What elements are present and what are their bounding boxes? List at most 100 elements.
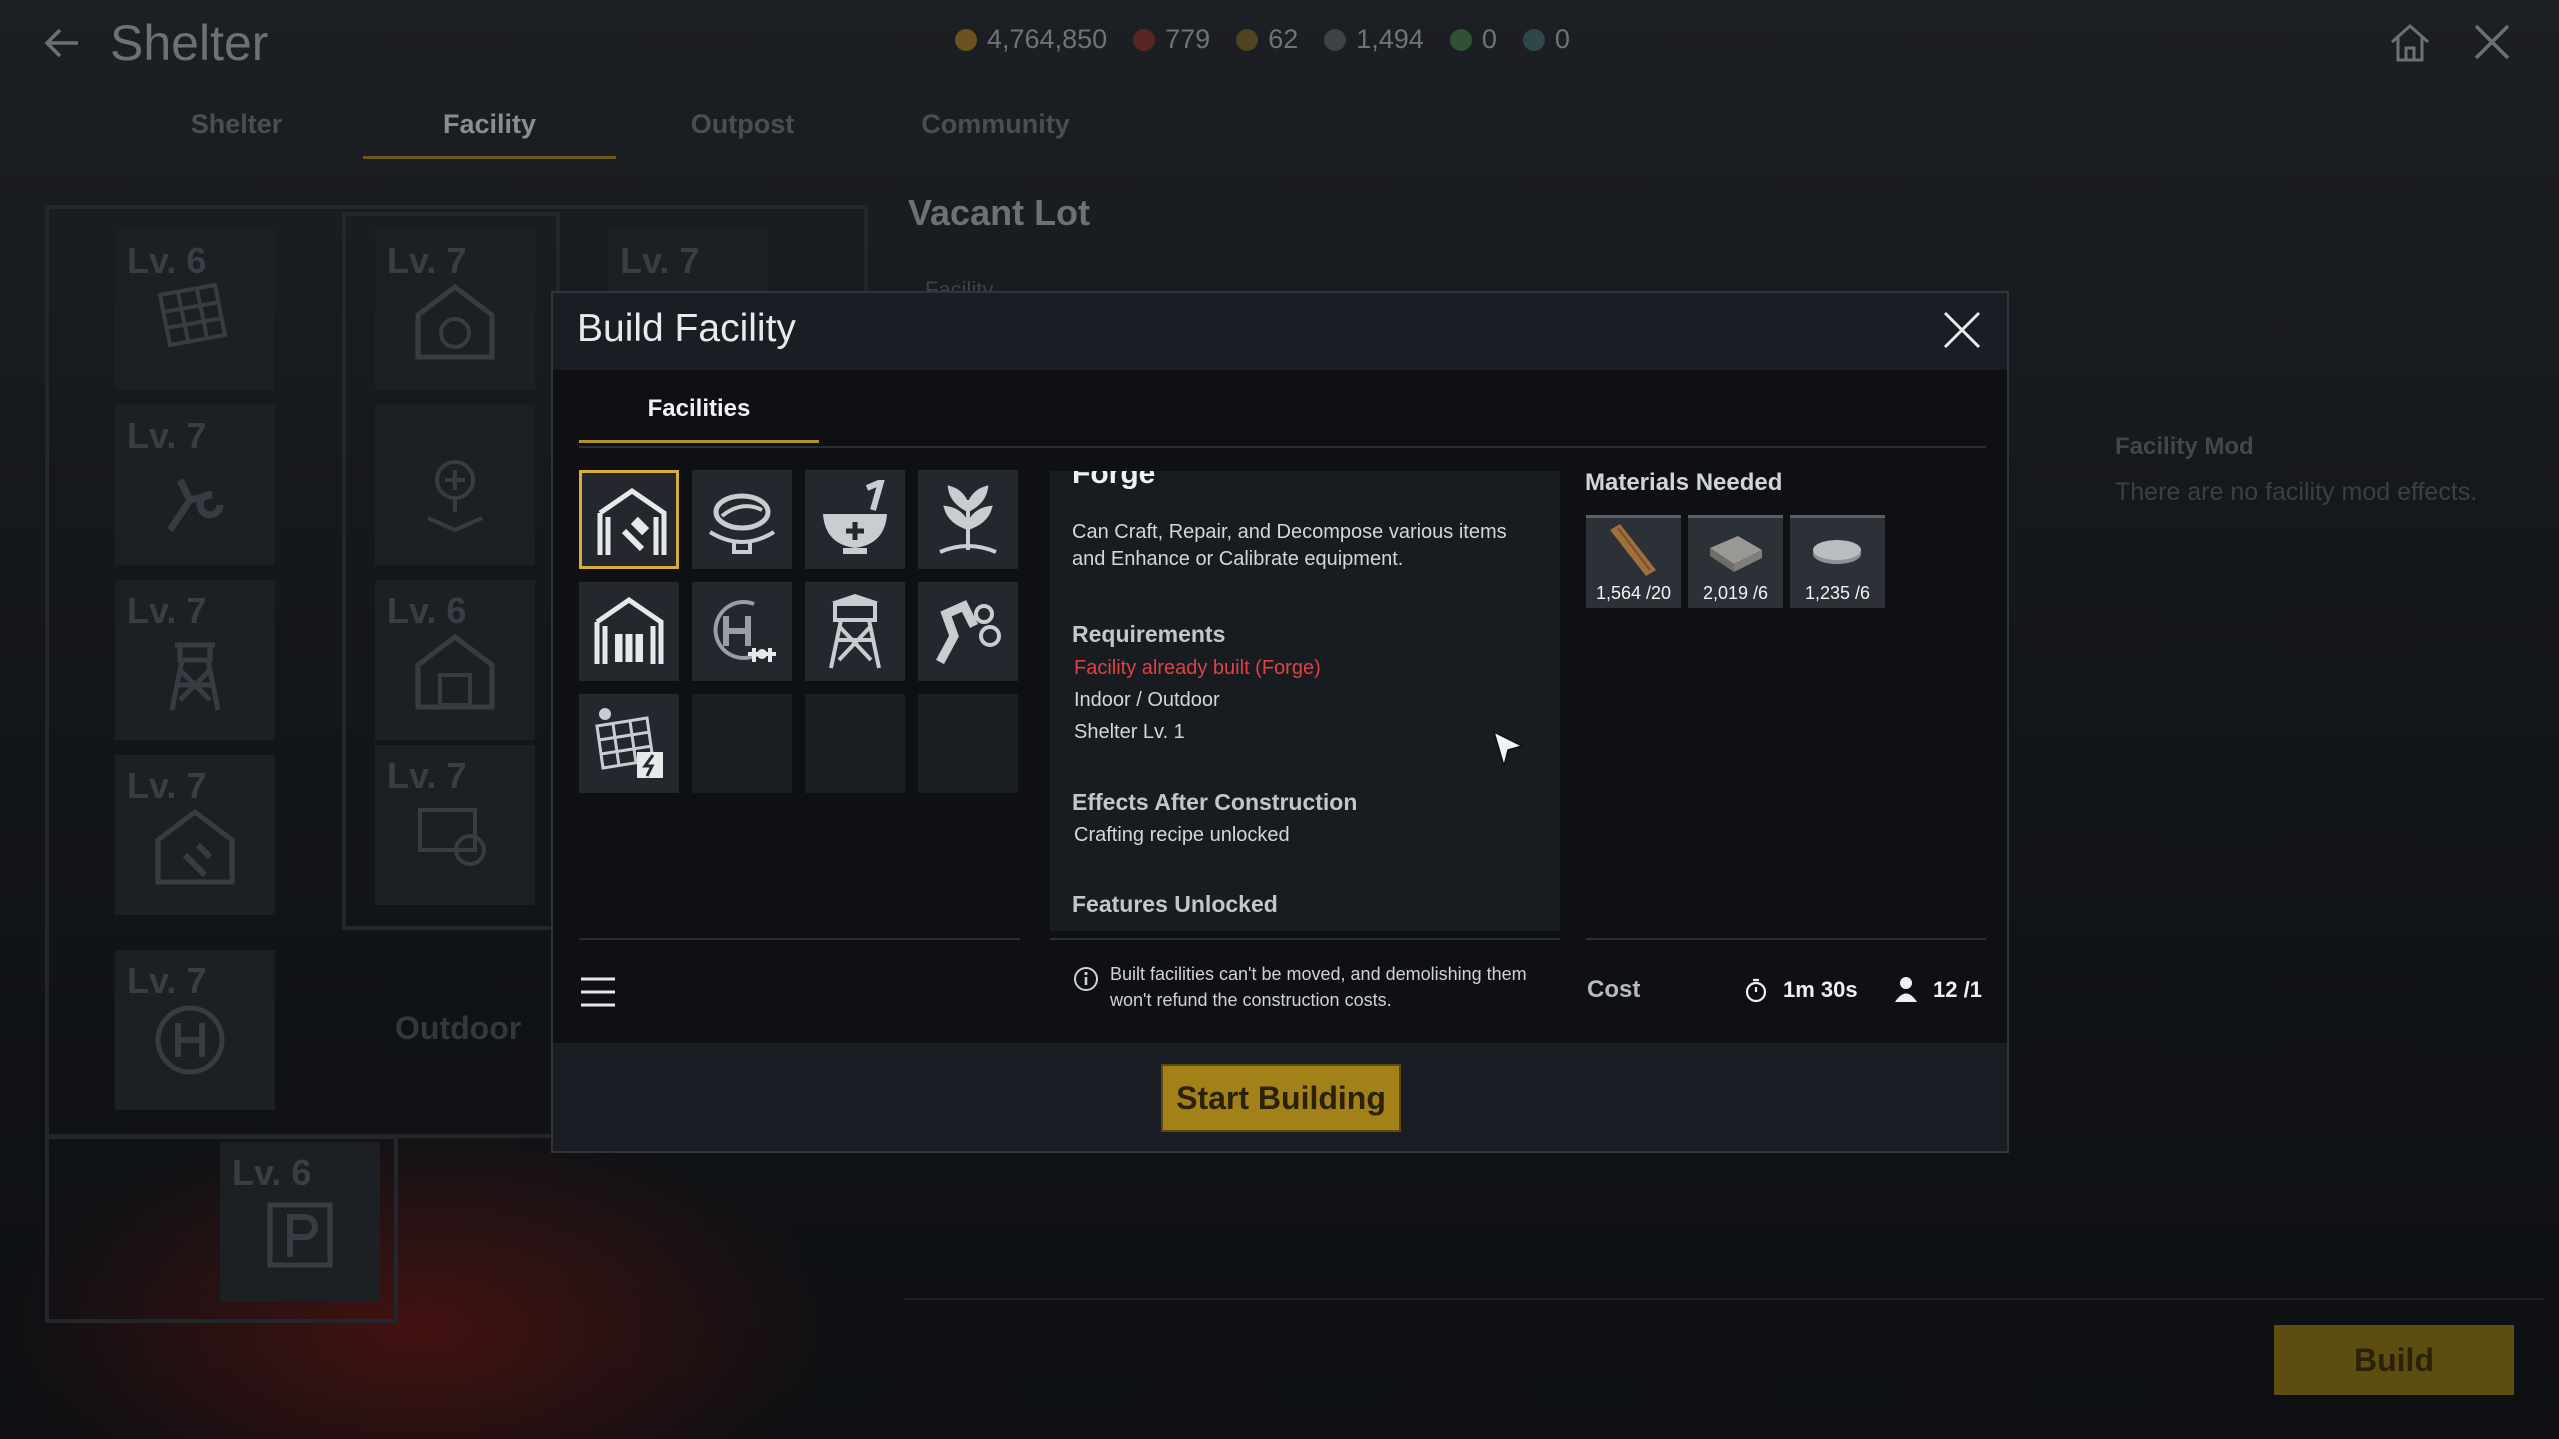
material-count: 1,564 /20 — [1595, 583, 1672, 603]
effects-title: Effects After Construction — [1072, 789, 1358, 815]
map-tile[interactable]: Lv. 7 — [115, 580, 275, 740]
kitchen-icon — [708, 493, 776, 554]
facility-slot-workshop[interactable] — [918, 582, 1018, 681]
tab-outpost[interactable]: Outpost — [616, 100, 869, 156]
steel-ingot-icon — [1813, 540, 1861, 564]
add-location-icon — [427, 460, 483, 533]
cost-label: Cost — [1587, 976, 1641, 1003]
helipad-icon — [713, 600, 776, 662]
wood-plank-icon — [1610, 524, 1656, 576]
meat-icon — [1133, 28, 1156, 51]
facility-slot-helipad[interactable] — [692, 582, 792, 681]
menu-icon[interactable] — [579, 975, 617, 1009]
construction-note: Built facilities can't be moved, and dem… — [1110, 964, 1527, 1010]
ore-icon — [1236, 28, 1259, 51]
build-facility-modal: Build Facility Facilities Forge Can Craf… — [551, 291, 2009, 1153]
map-tile[interactable]: Lv. 6 — [115, 230, 275, 390]
robot-arm-icon — [167, 478, 224, 532]
currency-coins: 4,764,850 — [955, 24, 1107, 55]
effect-line: Crafting recipe unlocked — [1074, 824, 1290, 846]
modal-title: Build Facility — [577, 307, 796, 350]
currency-value: 62 — [1268, 24, 1299, 54]
warehouse-icon — [594, 596, 664, 664]
vacant-lot-title: Vacant Lot — [908, 192, 1091, 233]
hangar-icon — [415, 283, 495, 360]
close-icon[interactable] — [2470, 20, 2514, 64]
currency-value: 4,764,850 — [987, 24, 1108, 54]
solar-panel-icon — [595, 708, 663, 778]
info-icon — [1074, 967, 1098, 991]
map-tile[interactable]: Lv. 7 — [375, 745, 535, 905]
currency-value: 779 — [1165, 24, 1211, 54]
materials-title: Materials Needed — [1585, 469, 1783, 496]
facility-description: Can Craft, Repair, and Decompose various… — [1072, 521, 1507, 570]
map-tile[interactable]: Lv. 7 — [115, 405, 275, 565]
tab-underline — [579, 446, 1986, 448]
currency-green: 0 — [1449, 24, 1497, 55]
facility-slot-empty — [918, 694, 1018, 793]
currency-value: 0 — [1481, 24, 1497, 54]
facility-slot-warehouse[interactable] — [579, 582, 679, 681]
currency-ore: 62 — [1236, 24, 1298, 55]
back-arrow-icon[interactable] — [38, 18, 88, 68]
mortar-pestle-icon — [823, 480, 887, 554]
map-tile[interactable]: Lv. 6 — [220, 1142, 380, 1302]
tab-facilities[interactable]: Facilities — [579, 393, 819, 443]
teal-token-icon — [1522, 28, 1545, 51]
map-tile[interactable]: Lv. 7 — [115, 755, 275, 915]
build-button[interactable]: Build — [2274, 1325, 2514, 1395]
requirement-line: Facility already built (Forge) — [1074, 657, 1321, 679]
start-building-button[interactable]: Start Building — [1161, 1064, 1401, 1132]
map-tile[interactable]: Lv. 6 — [375, 580, 535, 740]
divider — [1050, 938, 1560, 940]
helipad-icon — [155, 1005, 225, 1075]
map-tile[interactable]: Lv. 7 — [375, 230, 535, 390]
map-tile[interactable] — [375, 405, 535, 565]
parts-icon — [1324, 28, 1347, 51]
sprout-icon — [939, 485, 997, 554]
coin-icon — [955, 28, 977, 51]
stopwatch-icon — [1745, 978, 1767, 1003]
requirement-line: Shelter Lv. 1 — [1074, 721, 1185, 743]
currency-teal: 0 — [1522, 24, 1570, 55]
facility-slot-empty — [692, 694, 792, 793]
close-icon[interactable] — [1939, 307, 1985, 353]
currency-value: 1,494 — [1356, 24, 1424, 54]
currency-food: 779 — [1133, 24, 1210, 55]
facility-detail-panel[interactable]: Forge Can Craft, Repair, and Decompose v… — [1050, 471, 1560, 931]
tab-shelter[interactable]: Shelter — [110, 100, 363, 156]
material-count: 2,019 /6 — [1702, 583, 1769, 603]
mouse-cursor-icon — [1492, 730, 1525, 769]
metal-plate-icon — [1710, 536, 1762, 572]
map-tile[interactable]: Lv. 7 — [115, 950, 275, 1110]
build-time: 1m 30s — [1783, 977, 1858, 1002]
home-icon[interactable] — [2386, 18, 2434, 66]
facility-slot-forge[interactable] — [579, 470, 679, 569]
divider — [905, 1298, 2545, 1300]
divider — [579, 938, 1020, 940]
material-item[interactable]: 1,564 /20 — [1586, 515, 1681, 608]
tile-level: Lv. 7 — [620, 240, 700, 281]
currency-value: 0 — [1554, 24, 1570, 54]
warehouse-icon — [415, 633, 495, 710]
divider — [1586, 938, 1986, 940]
material-item[interactable]: 2,019 /6 — [1688, 515, 1783, 608]
facility-slot-watchtower[interactable] — [805, 582, 905, 681]
forge-icon — [155, 808, 235, 885]
currency-bar: 4,764,850 779 62 1,494 0 0 — [955, 24, 1570, 55]
requirements-title: Requirements — [1072, 621, 1226, 647]
facility-slot-solar[interactable] — [579, 694, 679, 793]
facility-slot-infirmary[interactable] — [805, 470, 905, 569]
tab-community[interactable]: Community — [869, 100, 1122, 156]
material-count: 1,235 /6 — [1804, 583, 1871, 603]
facility-slot-farm[interactable] — [918, 470, 1018, 569]
facility-mod-text: There are no facility mod effects. — [2115, 478, 2478, 506]
page-title: Shelter — [110, 15, 269, 71]
watchtower-icon — [169, 642, 221, 711]
tab-facility[interactable]: Facility — [363, 100, 616, 159]
material-item[interactable]: 1,235 /6 — [1790, 515, 1885, 608]
radio-station-icon — [418, 808, 486, 866]
robot-arm-icon — [936, 600, 1001, 665]
facility-slot-kitchen[interactable] — [692, 470, 792, 569]
outdoor-label: Outdoor — [395, 1010, 522, 1046]
